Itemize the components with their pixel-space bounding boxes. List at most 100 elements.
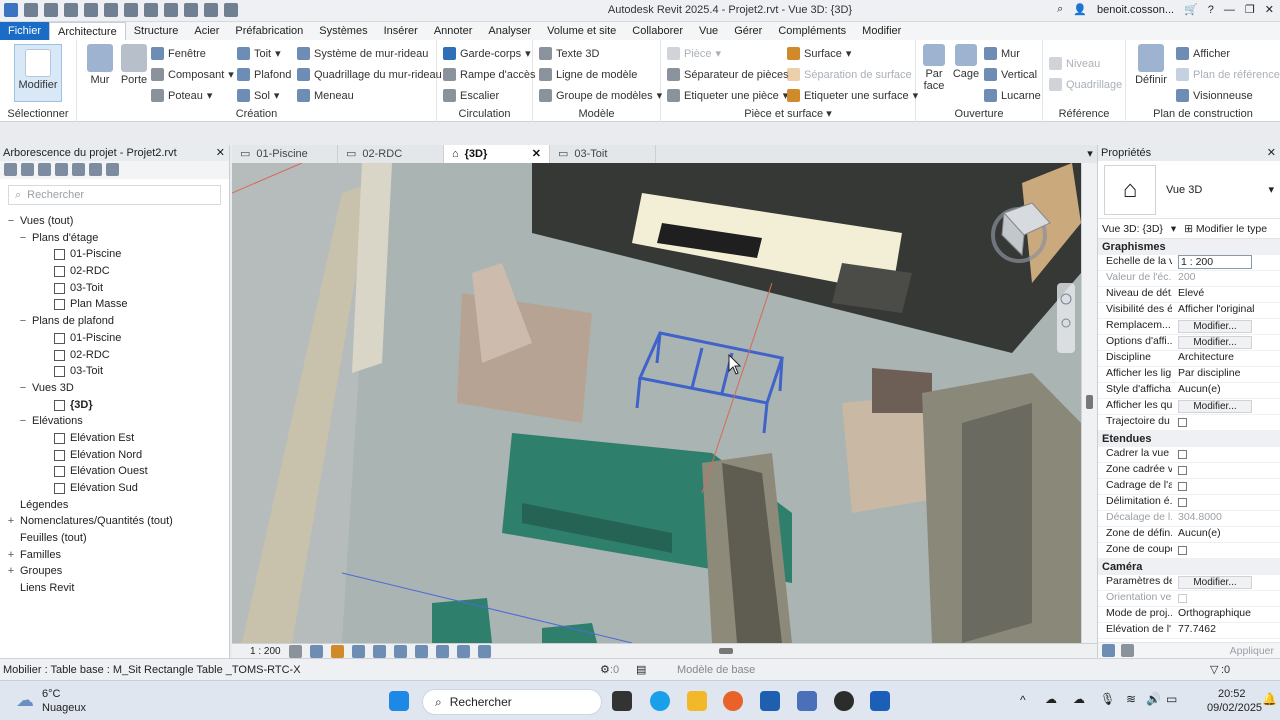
- tree-node[interactable]: 03-Toit: [0, 280, 230, 297]
- show-button[interactable]: Afficher: [1176, 47, 1230, 60]
- grid-button[interactable]: Quadrillage: [1049, 78, 1122, 91]
- ribbon-tab-4[interactable]: Préfabrication: [227, 22, 311, 40]
- tree-node[interactable]: 01-Piscine: [0, 330, 230, 347]
- area-button[interactable]: Surface ▾: [787, 47, 851, 60]
- component-button[interactable]: Composant ▾: [151, 68, 234, 81]
- tree-node[interactable]: + Familles: [0, 547, 230, 564]
- property-value[interactable]: [1172, 495, 1280, 510]
- shaft-button[interactable]: Cage: [950, 44, 982, 80]
- detail-level-icon[interactable]: [288, 644, 302, 658]
- tree-node[interactable]: − Plans d'étage: [0, 230, 230, 247]
- wifi-icon[interactable]: ≋: [1126, 692, 1136, 706]
- modify-button[interactable]: Modifier...: [1178, 576, 1252, 589]
- checkbox[interactable]: [1178, 594, 1187, 603]
- area-boundary-button[interactable]: Séparation de surface: [787, 68, 912, 81]
- minimize-icon[interactable]: —: [1224, 4, 1235, 16]
- railing-button[interactable]: Garde-corps ▾: [443, 47, 531, 60]
- shadows-icon[interactable]: [351, 644, 365, 658]
- app-icon[interactable]: [797, 691, 817, 711]
- tree-node[interactable]: − Vues 3D: [0, 380, 230, 397]
- expand-icon[interactable]: +: [6, 563, 16, 580]
- store-icon[interactable]: [760, 691, 780, 711]
- chevron-up-icon[interactable]: ^: [1020, 693, 1026, 707]
- ribbon-tab-11[interactable]: Vue: [691, 22, 726, 40]
- horizontal-scroll-thumb[interactable]: [718, 648, 733, 654]
- property-value[interactable]: Modifier...: [1172, 575, 1280, 590]
- checkbox[interactable]: [1178, 546, 1187, 555]
- hide-isolate-icon[interactable]: [435, 644, 449, 658]
- clock-date[interactable]: 09/02/2025: [1207, 702, 1262, 714]
- ribbon-tab-13[interactable]: Compléments: [770, 22, 854, 40]
- tree-node[interactable]: Légendes: [0, 497, 230, 514]
- property-value[interactable]: Aucun(e): [1172, 383, 1280, 398]
- tree-node[interactable]: Plan Masse: [0, 296, 230, 313]
- visual-style-icon[interactable]: [309, 644, 323, 658]
- by-face-button[interactable]: Par face: [918, 44, 950, 92]
- tree-node[interactable]: Elévation Nord: [0, 447, 230, 464]
- curtain-grid-button[interactable]: Quadrillage du mur-rideau: [297, 68, 442, 81]
- home-icon[interactable]: [4, 163, 17, 176]
- project-browser-search[interactable]: ⌕ Rechercher: [8, 185, 221, 205]
- ribbon-tab-file[interactable]: Fichier: [0, 22, 50, 40]
- tree-node[interactable]: Elévation Sud: [0, 480, 230, 497]
- property-value[interactable]: Afficher l'original: [1172, 303, 1280, 318]
- cloud-sync-icon[interactable]: ☁: [1073, 692, 1085, 706]
- viewer-button[interactable]: Visionneuse: [1176, 89, 1253, 102]
- ribbon-tab-10[interactable]: Collaborer: [624, 22, 691, 40]
- viewport-vertical-scrollbar[interactable]: [1081, 163, 1097, 643]
- collapse-icon[interactable]: −: [6, 213, 16, 230]
- expand-icon[interactable]: +: [6, 513, 16, 530]
- tree-node[interactable]: {3D}: [0, 397, 230, 414]
- chevron-down-icon[interactable]: ▾: [1171, 223, 1176, 235]
- mullion-button[interactable]: Meneau: [297, 89, 354, 102]
- tree-node[interactable]: − Plans de plafond: [0, 313, 230, 330]
- tree-node[interactable]: − Vues (tout): [0, 213, 230, 230]
- group-label-select[interactable]: Sélectionner: [0, 108, 76, 120]
- filter-icon[interactable]: [1102, 644, 1115, 657]
- chevron-down-icon[interactable]: ▾: [1083, 145, 1097, 163]
- ribbon-tab-14[interactable]: Modifier: [854, 22, 909, 40]
- tree-node[interactable]: − Elévations: [0, 413, 230, 430]
- ramp-button[interactable]: Rampe d'accès: [443, 68, 535, 81]
- ribbon-tab-3[interactable]: Acier: [186, 22, 227, 40]
- roof-button[interactable]: Toit ▾: [237, 47, 281, 60]
- collapse-icon[interactable]: −: [18, 313, 28, 330]
- schedules-icon[interactable]: [38, 163, 51, 176]
- ribbon-tab-9[interactable]: Volume et site: [539, 22, 624, 40]
- sheets-icon[interactable]: [55, 163, 68, 176]
- property-value[interactable]: Orthographique: [1172, 607, 1280, 622]
- crop-icon[interactable]: [393, 644, 407, 658]
- weather-desc[interactable]: Nuageux: [42, 702, 86, 714]
- ribbon-tab-1[interactable]: Architecture: [49, 22, 126, 40]
- property-value[interactable]: [1172, 479, 1280, 494]
- property-value[interactable]: 200: [1172, 271, 1280, 286]
- close-icon[interactable]: ✕: [1265, 3, 1274, 16]
- property-value[interactable]: Modifier...: [1172, 335, 1280, 350]
- restore-icon[interactable]: ❐: [1245, 3, 1255, 16]
- close-icon[interactable]: ✕: [1267, 145, 1276, 161]
- groups-icon[interactable]: [89, 163, 102, 176]
- property-value[interactable]: Modifier...: [1172, 319, 1280, 334]
- navigation-bar[interactable]: [1057, 283, 1075, 353]
- families-icon[interactable]: [72, 163, 85, 176]
- 3d-viewport[interactable]: [232, 163, 1081, 643]
- modify-button[interactable]: Modifier...: [1178, 320, 1252, 333]
- property-value[interactable]: Par discipline: [1172, 367, 1280, 382]
- property-value[interactable]: [1172, 447, 1280, 462]
- speaker-icon[interactable]: 🔊: [1146, 692, 1161, 706]
- view-tab[interactable]: ⌂ {3D} ✕: [444, 145, 550, 163]
- edge-icon[interactable]: [650, 691, 670, 711]
- property-value[interactable]: Aucun(e): [1172, 527, 1280, 542]
- ribbon-tab-2[interactable]: Structure: [126, 22, 187, 40]
- onedrive-icon[interactable]: ☁: [1045, 692, 1057, 706]
- checkbox[interactable]: [1178, 418, 1187, 427]
- property-value[interactable]: 1 : 200: [1172, 255, 1280, 270]
- window-button[interactable]: Fenêtre: [151, 47, 206, 60]
- tree-node[interactable]: 03-Toit: [0, 363, 230, 380]
- room-button[interactable]: Pièce ▾: [667, 47, 721, 60]
- tree-node[interactable]: 01-Piscine: [0, 246, 230, 263]
- user-name[interactable]: benoit.cosson...: [1097, 4, 1174, 16]
- ribbon-tab-8[interactable]: Analyser: [480, 22, 539, 40]
- collapse-icon[interactable]: −: [18, 413, 28, 430]
- scroll-thumb[interactable]: [1086, 395, 1093, 409]
